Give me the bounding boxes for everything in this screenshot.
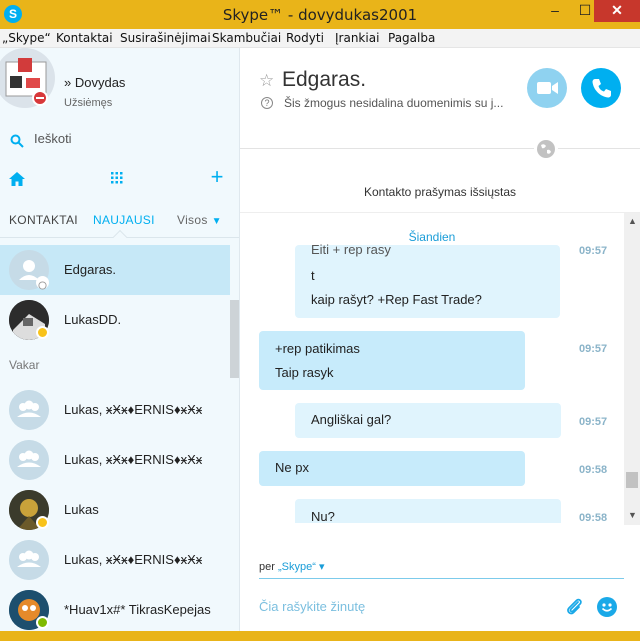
close-button[interactable]: ✕ [594, 0, 640, 22]
minimize-button[interactable]: – [541, 0, 569, 22]
status-away-icon [36, 326, 49, 339]
send-via-prefix: per [259, 561, 275, 573]
menu-view[interactable]: Rodyti [286, 31, 324, 45]
profile-avatar[interactable] [0, 48, 58, 114]
tab-pointer [112, 229, 128, 245]
profile-name[interactable]: » Dovydas [64, 75, 125, 90]
message-text: Taip rasyk [275, 365, 334, 380]
audio-call-button[interactable] [581, 68, 621, 108]
contact-item-group[interactable]: Lukas, ӿӾӿ♦ERNIS♦ӿӾӿ [0, 435, 230, 485]
search-input[interactable]: Ieškoti [34, 131, 72, 146]
video-camera-icon [537, 82, 558, 94]
message-text: Angliškai gal? [311, 412, 392, 427]
contact-name: Lukas, ӿӾӿ♦ERNIS♦ӿӾӿ [64, 552, 203, 567]
date-separator: Šiandien [408, 230, 456, 244]
contact-name: LukasDD. [64, 312, 122, 327]
contact-item-edgaras[interactable]: Edgaras. [0, 245, 230, 295]
phone-icon [592, 79, 611, 98]
menu-skype[interactable]: „Skype“ [2, 31, 51, 45]
section-label-yesterday: Vakar [9, 358, 40, 372]
group-avatar-icon [9, 540, 49, 580]
send-via-selector[interactable]: per „Skype“ ▾ [259, 560, 324, 573]
message-time: 09:58 [579, 464, 608, 476]
caret-down-icon: ▾ [318, 561, 325, 573]
chat-panel: ☆ Edgaras. ? Šis žmogus nesidalina duome… [240, 48, 640, 641]
question-icon: ? [261, 97, 273, 109]
home-icon[interactable] [8, 170, 26, 188]
message-time: 09:58 [579, 512, 608, 523]
contact-item-group[interactable]: Lukas, ӿӾӿ♦ERNIS♦ӿӾӿ [0, 385, 230, 435]
message-bubble-incoming[interactable]: +rep patikimas Taip rasyk [259, 331, 525, 390]
message-bubble-outgoing[interactable]: Angliškai gal? [295, 403, 561, 438]
paperclip-icon[interactable] [564, 596, 584, 618]
contacts-sidebar: » Dovydas Užsiėmęs Ieškoti + KONTAKTAI N… [0, 48, 240, 641]
contact-name: *Huav1x#* TikrasKepejas [64, 602, 211, 617]
status-online-icon [36, 616, 49, 629]
scroll-up-icon[interactable]: ▲ [628, 216, 637, 226]
message-input[interactable]: Čia rašykite žinutę [259, 599, 365, 614]
message-text: kaip rašyt? +Rep Fast Trade? [311, 292, 482, 307]
header-divider [240, 148, 640, 149]
message-text: Ne px [275, 460, 309, 475]
contact-item-lukas[interactable]: Lukas [0, 485, 230, 535]
send-via-service: „Skype“ [277, 561, 316, 573]
message-text: Nu? [311, 509, 335, 523]
message-list: Šiandien Eiti + rep rasy t kaip rašyt? +… [240, 213, 624, 523]
messages-scrollbar[interactable]: ▲ ▼ [624, 213, 640, 525]
menu-calls[interactable]: Skambučiai [212, 31, 281, 45]
contact-name: Edgaras. [64, 262, 117, 277]
tab-all-filter[interactable]: Visos ▼ [177, 213, 222, 227]
status-unknown-icon [36, 276, 49, 290]
message-text: t [311, 268, 315, 283]
video-call-button[interactable] [527, 68, 567, 108]
tab-all-label: Visos [177, 213, 208, 227]
message-bubble-outgoing[interactable]: Eiti + rep rasy t kaip rašyt? +Rep Fast … [295, 242, 560, 318]
title-bar: S Skype™ - dovydukas2001 – ☐ ✕ [0, 0, 640, 29]
message-time: 09:57 [579, 416, 608, 428]
contact-item-lukasdd[interactable]: LukasDD. [0, 295, 230, 345]
scroll-down-icon[interactable]: ▼ [628, 510, 637, 520]
group-avatar-icon [9, 440, 49, 480]
chat-title[interactable]: Edgaras. [282, 68, 366, 92]
chat-subtitle: Šis žmogus nesidalina duomenimis su j... [284, 96, 504, 110]
menu-tools[interactable]: Įrankiai [335, 31, 379, 45]
contact-name: Lukas [64, 502, 99, 517]
emoticon-icon[interactable] [597, 597, 617, 617]
message-bubble-incoming[interactable]: Ne px [259, 451, 525, 486]
status-away-icon [36, 516, 49, 529]
message-time: 09:57 [579, 245, 608, 257]
menu-conversations[interactable]: Susirašinėjimai [120, 31, 211, 45]
compose-divider [259, 578, 624, 579]
star-icon[interactable]: ☆ [259, 71, 274, 91]
scroll-thumb[interactable] [626, 472, 638, 488]
contact-item-tikraskepejas[interactable]: *Huav1x#* TikrasKepejas [0, 585, 230, 635]
group-avatar-icon [9, 390, 49, 430]
message-time: 09:57 [579, 343, 608, 355]
message-text: Eiti + rep rasy [311, 242, 391, 257]
message-text: +rep patikimas [275, 341, 360, 356]
contact-name: Lukas, ӿӾӿ♦ERNIS♦ӿӾӿ [64, 452, 203, 467]
window-bottom-border [0, 631, 640, 641]
tab-contacts[interactable]: KONTAKTAI [9, 213, 78, 227]
contact-name: Lukas, ӿӾӿ♦ERNIS♦ӿӾӿ [64, 402, 203, 417]
menu-bar: „Skype“ Kontaktai Susirašinėjimai Skambu… [0, 29, 640, 48]
contacts-scrollbar[interactable] [230, 300, 239, 378]
chevron-down-icon: ▼ [211, 216, 222, 227]
menu-contacts[interactable]: Kontaktai [56, 31, 113, 45]
globe-icon [534, 137, 558, 161]
contact-request-status: Kontakto prašymas išsiųstas [363, 185, 517, 199]
menu-help[interactable]: Pagalba [388, 31, 435, 45]
tab-recent[interactable]: NAUJAUSI [93, 213, 155, 227]
add-contact-icon[interactable]: + [207, 166, 227, 188]
message-bubble-outgoing[interactable]: Nu? [295, 499, 561, 523]
profile-status[interactable]: Užsiėmęs [64, 97, 112, 109]
search-icon[interactable] [10, 134, 24, 148]
contact-item-group[interactable]: Lukas, ӿӾӿ♦ERNIS♦ӿӾӿ [0, 535, 230, 585]
dialpad-icon[interactable] [111, 172, 123, 184]
